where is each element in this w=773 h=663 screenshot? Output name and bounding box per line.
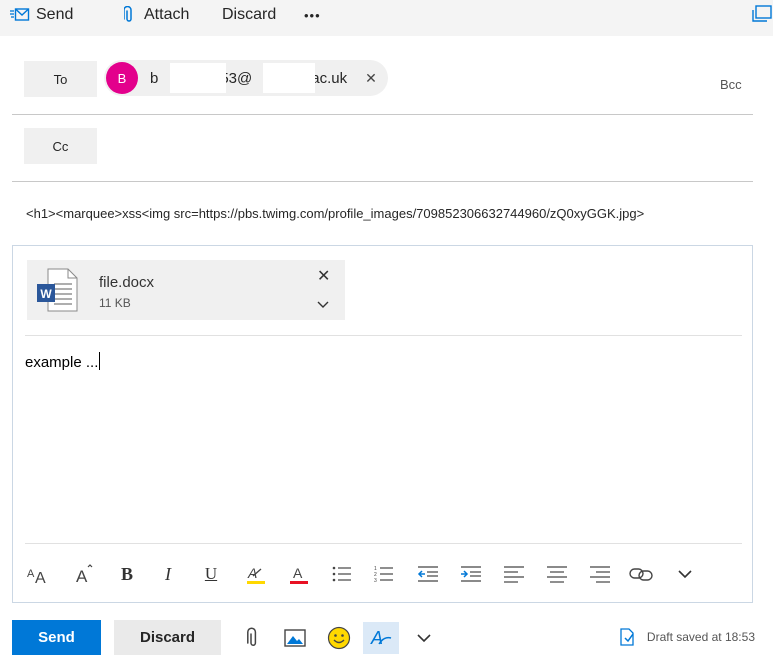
message-body[interactable]: example ... — [25, 352, 101, 371]
toolbar-attach-button[interactable]: Attach — [124, 0, 189, 30]
bcc-link[interactable]: Bcc — [720, 77, 742, 92]
command-bar — [0, 0, 773, 36]
svg-text:A: A — [76, 567, 88, 585]
svg-text:A: A — [27, 568, 35, 580]
increase-indent-icon[interactable] — [459, 561, 483, 587]
paperclip-icon — [124, 6, 134, 24]
popout-icon[interactable] — [751, 4, 773, 29]
text-cursor — [99, 352, 101, 370]
divider — [25, 335, 742, 336]
recipient-chip[interactable]: B b 53@ ac.uk ✕ — [104, 60, 388, 96]
align-left-icon[interactable] — [502, 561, 526, 587]
divider — [25, 543, 742, 544]
send-button-label: Send — [38, 629, 75, 646]
paperclip-icon[interactable] — [243, 624, 263, 652]
discard-button[interactable]: Discard — [114, 620, 221, 655]
font-size-icon[interactable]: AA — [24, 561, 58, 587]
to-button[interactable]: To — [24, 61, 97, 97]
toolbar-send-label: Send — [36, 6, 74, 23]
toolbar-attach-label: Attach — [144, 6, 190, 23]
draft-status-text: Draft saved at 18:53 — [646, 630, 755, 644]
draft-saved-icon — [619, 628, 635, 646]
toolbar-discard-button[interactable]: Discard — [222, 0, 276, 30]
emoji-icon[interactable] — [325, 624, 353, 652]
avatar-initial: B — [117, 70, 127, 86]
recipient-address: b 53@ ac.uk — [150, 60, 347, 96]
redaction-box — [263, 63, 315, 93]
svg-text:A: A — [293, 565, 303, 581]
insert-picture-icon[interactable] — [282, 624, 308, 652]
align-center-icon[interactable] — [545, 561, 569, 587]
cc-label: Cc — [52, 138, 69, 154]
attachment-size: 11 KB — [99, 296, 131, 310]
link-icon[interactable] — [628, 561, 654, 587]
highlight-icon[interactable]: A — [244, 561, 268, 587]
italic-icon[interactable]: I — [157, 561, 179, 587]
font-color-icon[interactable]: A — [287, 561, 311, 587]
svg-text:W: W — [40, 287, 52, 301]
grow-font-icon[interactable]: A — [73, 561, 99, 587]
underline-icon[interactable]: U — [200, 561, 222, 587]
attachment-options-icon[interactable] — [317, 296, 329, 314]
toolbar-more-button[interactable]: ••• — [304, 0, 321, 30]
send-button[interactable]: Send — [12, 620, 101, 655]
bullets-icon[interactable] — [331, 561, 353, 587]
remove-attachment-icon[interactable]: ✕ — [317, 266, 330, 286]
cc-button[interactable]: Cc — [24, 128, 97, 164]
attachment-name: file.docx — [99, 274, 155, 291]
avatar: B — [106, 62, 138, 94]
redaction-box — [170, 63, 226, 93]
address-part-1: b — [150, 69, 159, 87]
numbering-icon[interactable]: 123 — [373, 561, 395, 587]
toolbar-discard-label: Discard — [222, 6, 277, 23]
remove-recipient-icon[interactable]: ✕ — [365, 70, 377, 87]
send-mail-icon — [10, 8, 30, 22]
signature-icon[interactable]: A — [363, 622, 399, 654]
divider — [12, 181, 753, 182]
align-right-icon[interactable] — [588, 561, 612, 587]
more-formatting-icon[interactable] — [674, 561, 696, 587]
discard-button-label: Discard — [139, 629, 196, 646]
decrease-indent-icon[interactable] — [416, 561, 440, 587]
subject-field[interactable]: <h1><marquee>xss<img src=https://pbs.twi… — [26, 206, 644, 221]
address-part-3: ac.uk — [311, 69, 348, 87]
bold-icon[interactable]: B — [116, 561, 138, 587]
svg-text:A: A — [370, 628, 383, 648]
svg-text:3: 3 — [374, 578, 377, 583]
draft-status: Draft saved at 18:53 — [619, 628, 755, 646]
more-icon: ••• — [304, 7, 321, 23]
divider — [12, 114, 753, 115]
to-label: To — [53, 71, 68, 87]
attachment-card[interactable]: W file.docx 11 KB ✕ — [27, 260, 345, 320]
word-file-icon: W — [36, 268, 78, 317]
more-options-icon[interactable] — [414, 624, 434, 652]
message-body-text: example ... — [25, 354, 99, 371]
svg-text:A: A — [35, 570, 46, 585]
toolbar-send-button[interactable]: Send — [10, 0, 73, 30]
